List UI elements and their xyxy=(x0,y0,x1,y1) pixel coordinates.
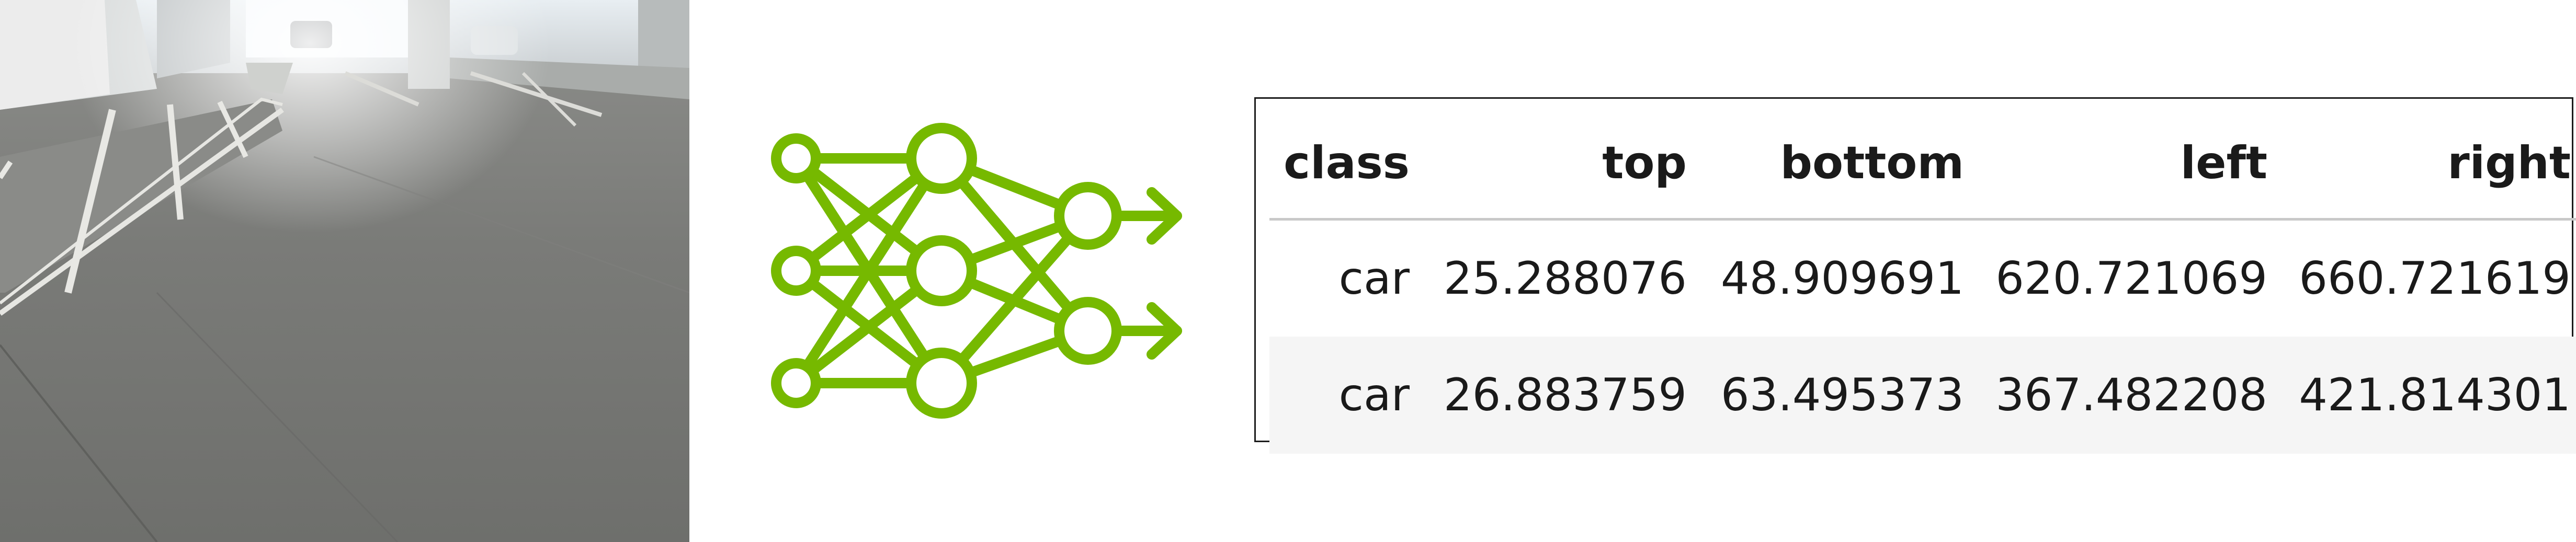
cell-bottom: 63.495373 xyxy=(1720,368,1964,421)
cell-class: car xyxy=(1338,368,1410,421)
detection-results-table: class top bottom left right car 25.28807… xyxy=(1254,97,2576,454)
cell-right: 421.814301 xyxy=(2299,368,2571,421)
cell-left: 620.721069 xyxy=(1995,252,2267,305)
input-camera-image xyxy=(0,0,689,542)
results-table: class top bottom left right car 25.28807… xyxy=(1269,112,2576,454)
table-header-row: class top bottom left right xyxy=(1269,112,2576,220)
header-class: class xyxy=(1284,137,1410,189)
header-right: right xyxy=(2447,137,2571,189)
header-left: left xyxy=(2180,137,2267,189)
cell-right: 660.721619 xyxy=(2299,252,2571,305)
table-row: car 25.288076 48.909691 620.721069 660.7… xyxy=(1269,220,2576,337)
header-top: top xyxy=(1602,137,1687,189)
cell-left: 367.482208 xyxy=(1995,368,2267,421)
cell-top: 25.288076 xyxy=(1443,252,1687,305)
cell-class: car xyxy=(1338,252,1410,305)
neural-network-icon xyxy=(764,114,1193,428)
cell-top: 26.883759 xyxy=(1443,368,1687,421)
header-bottom: bottom xyxy=(1780,137,1964,189)
table-row: car 26.883759 63.495373 367.482208 421.8… xyxy=(1269,336,2576,454)
cell-bottom: 48.909691 xyxy=(1720,252,1964,305)
